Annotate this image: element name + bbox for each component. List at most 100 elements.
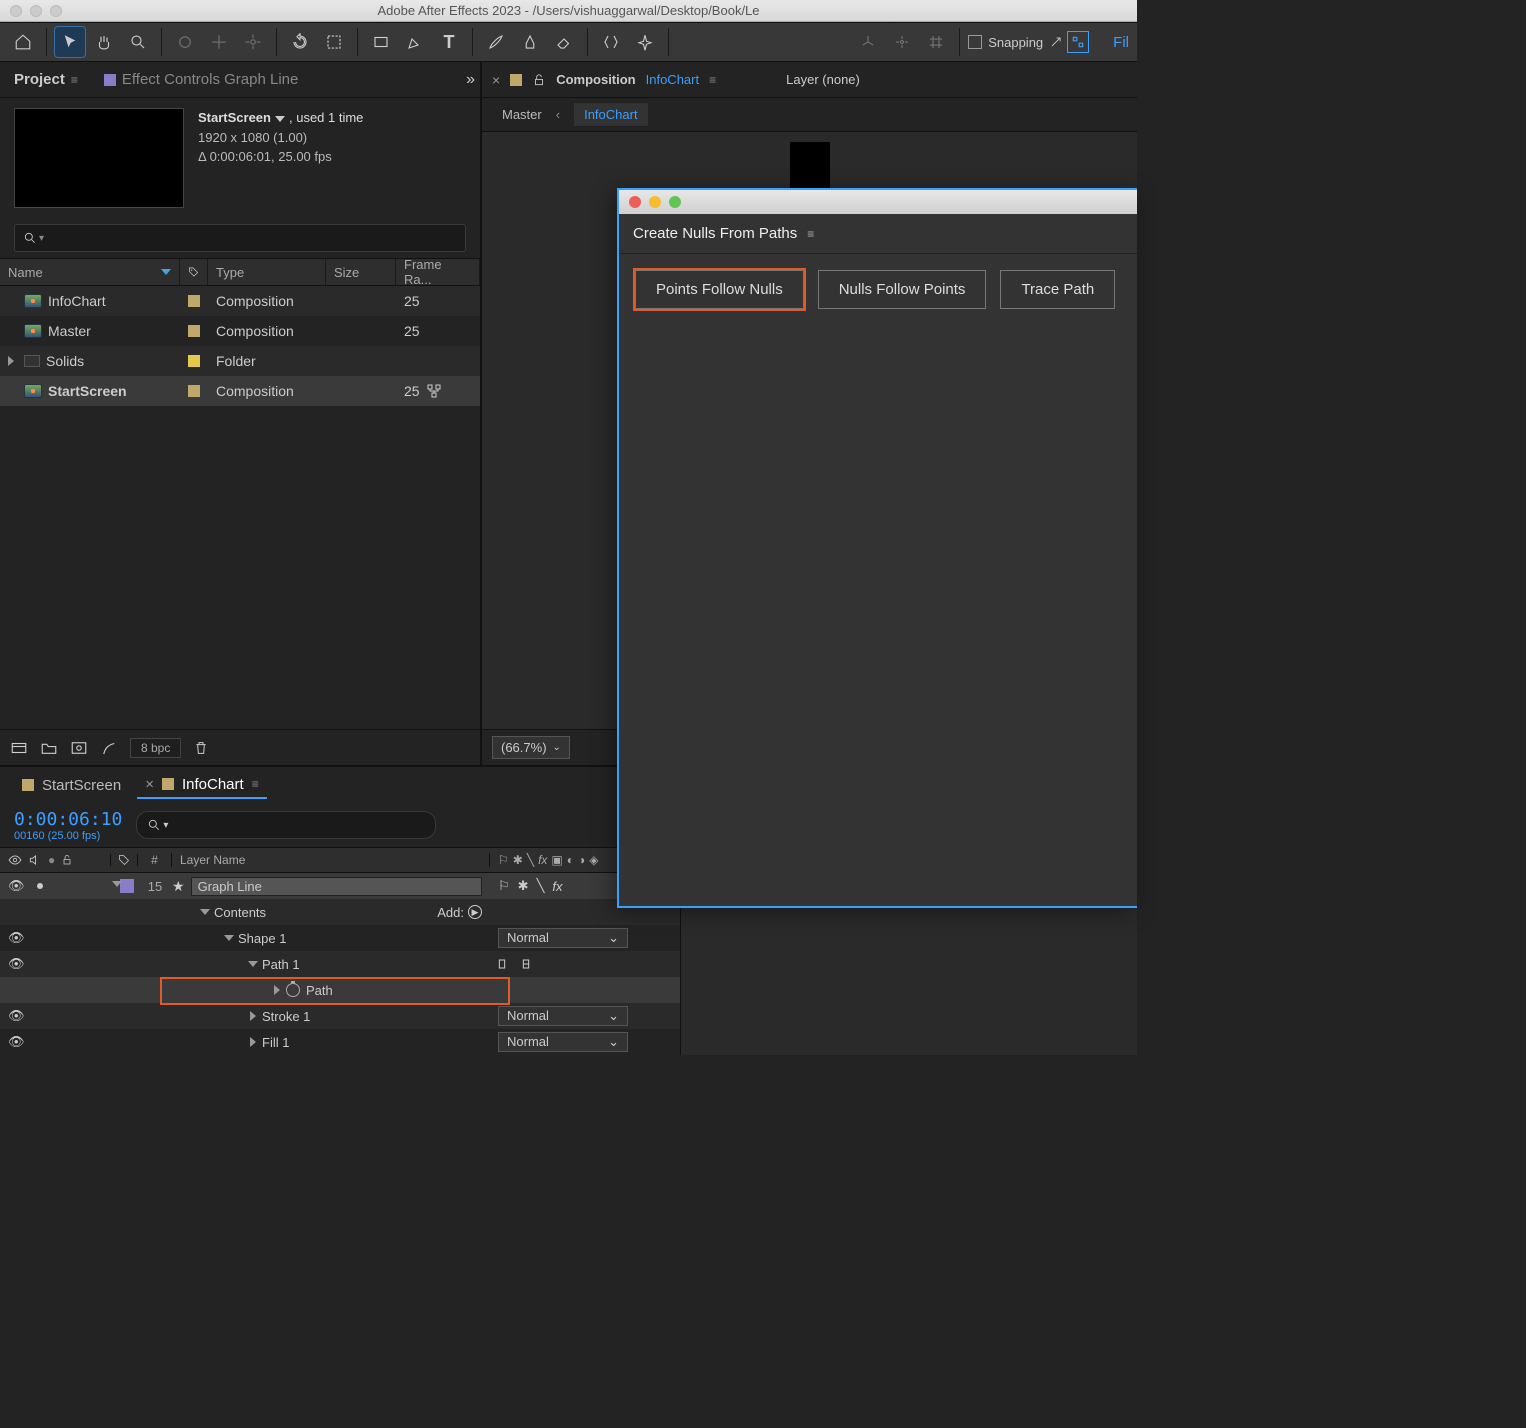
close-tab-icon[interactable]: × [492,72,500,88]
rectangle-tool-icon[interactable] [366,27,396,57]
label-color-icon[interactable] [188,385,200,397]
comp-thumbnail[interactable] [14,108,184,208]
twirl-icon[interactable] [274,985,280,995]
label-color-icon[interactable] [188,295,200,307]
rotate-tool-icon[interactable] [285,27,315,57]
puppet-tool-icon[interactable] [630,27,660,57]
composition-icon [24,294,42,308]
anchor-tool-icon[interactable] [238,27,268,57]
brush-tool-icon[interactable] [481,27,511,57]
pan-behind-tool-icon[interactable] [204,27,234,57]
layer-prop-stroke1[interactable]: 👁 Stroke 1 Normal⌄ [0,1003,680,1029]
text-tool-icon[interactable]: T [434,27,464,57]
breadcrumb-master[interactable]: Master [502,107,542,122]
twirl-icon[interactable] [250,1011,256,1021]
layer-name[interactable]: Graph Line [191,877,482,896]
layer-prop-shape1[interactable]: 👁 Shape 1 Normal⌄ [0,925,680,951]
nulls-follow-points-button[interactable]: Nulls Follow Points [818,270,987,309]
project-settings-icon[interactable] [100,739,118,757]
new-comp-icon[interactable] [70,739,88,757]
panel-menu-icon[interactable]: ≡ [807,227,814,241]
snap-to-point-icon[interactable] [1067,31,1089,53]
solo-dot-icon[interactable] [37,883,43,889]
eye-icon[interactable]: 👁 [8,1034,25,1050]
timeline-tab-startscreen[interactable]: StartScreen [14,773,129,798]
path-close-icon[interactable] [522,958,538,970]
label-color-icon[interactable] [188,355,200,367]
points-follow-nulls-button[interactable]: Points Follow Nulls [635,270,804,309]
zoom-dropdown[interactable]: (66.7%)⌄ [492,736,570,759]
dropdown-icon[interactable] [275,116,285,122]
eraser-tool-icon[interactable] [549,27,579,57]
twirl-icon[interactable] [250,1037,256,1047]
effect-controls-tab[interactable]: Effect Controls Graph Line [98,67,304,92]
workspace-link[interactable]: Fil [1113,34,1129,51]
twirl-icon[interactable] [200,909,210,915]
path-open-icon[interactable] [498,958,514,970]
panel-expand-icon[interactable]: » [466,71,472,89]
panel-titlebar[interactable] [619,190,1137,214]
eye-icon[interactable]: 👁 [8,878,25,894]
layer-color-icon[interactable] [120,879,134,893]
layer-twirl-icon[interactable] [112,881,122,887]
add-button-icon[interactable]: ▶ [468,905,482,919]
expand-icon[interactable] [8,356,14,366]
twirl-icon[interactable] [224,935,234,941]
selection-tool-icon[interactable] [55,27,85,57]
home-icon[interactable] [8,27,38,57]
3d-gizmo-icon[interactable] [887,27,917,57]
blend-mode-dropdown[interactable]: Normal⌄ [498,1006,628,1026]
layer-prop-path[interactable]: Path [0,977,680,1003]
blend-mode-dropdown[interactable]: Normal⌄ [498,1032,628,1052]
hand-tool-icon[interactable] [89,27,119,57]
timecode-display[interactable]: 0:00:06:10 [14,809,122,830]
trash-icon[interactable] [193,740,209,756]
traffic-light-minimize[interactable] [649,196,661,208]
lock-icon[interactable] [532,73,546,87]
traffic-light-zoom[interactable] [669,196,681,208]
pen-tool-icon[interactable] [400,27,430,57]
traffic-light-minimize[interactable] [30,5,42,17]
blend-mode-dropdown[interactable]: Normal⌄ [498,928,628,948]
layer-graph-line[interactable]: 👁 15 ★Graph Line ⚐✱╲fx [0,873,680,899]
orbit-tool-icon[interactable] [170,27,200,57]
snapping-checkbox-icon[interactable] [968,35,982,49]
eye-icon[interactable]: 👁 [8,956,25,972]
project-search-input[interactable]: ▾ [14,224,466,252]
trace-path-button[interactable]: Trace Path [1000,270,1115,309]
bit-depth-toggle[interactable]: 8 bpc [130,738,181,758]
zoom-tool-icon[interactable] [123,27,153,57]
label-color-icon[interactable] [188,325,200,337]
composition-name[interactable]: InfoChart [646,72,699,87]
mask-tool-icon[interactable] [319,27,349,57]
3d-axis-icon[interactable] [853,27,883,57]
layer-prop-contents[interactable]: ContentsAdd: ▶ [0,899,680,925]
traffic-light-close[interactable] [10,5,22,17]
eye-icon[interactable]: 👁 [8,930,25,946]
project-item-startscreen[interactable]: StartScreenComposition25 [0,376,480,406]
layer-prop-path1[interactable]: 👁 Path 1 [0,951,680,977]
project-item-infochart[interactable]: InfoChartComposition25 [0,286,480,316]
frame-display[interactable]: 00160 (25.00 fps) [14,830,122,842]
layer-prop-fill1[interactable]: 👁 Fill 1 Normal⌄ [0,1029,680,1055]
roto-tool-icon[interactable] [596,27,626,57]
timeline-search-input[interactable]: ▾ [136,811,436,839]
traffic-light-close[interactable] [629,196,641,208]
twirl-icon[interactable] [248,961,258,967]
project-item-solids[interactable]: SolidsFolder [0,346,480,376]
new-folder-icon[interactable] [40,739,58,757]
flowchart-icon[interactable] [426,383,442,399]
snapping-toggle[interactable]: Snapping [968,35,1063,50]
eye-icon[interactable]: 👁 [8,1008,25,1024]
interpret-footage-icon[interactable] [10,739,28,757]
clone-tool-icon[interactable] [515,27,545,57]
timeline-column-headers[interactable]: ● # Layer Name ⚐ ✱ ╲ fx ▣ ◐ ◑ ◈ [0,847,680,873]
project-column-headers[interactable]: Name Type Size Frame Ra... [0,258,480,286]
project-item-master[interactable]: MasterComposition25 [0,316,480,346]
timeline-tab-infochart[interactable]: ×InfoChart ≡ [137,772,266,799]
traffic-light-zoom[interactable] [50,5,62,17]
project-tab[interactable]: Project ≡ [8,67,84,92]
stopwatch-icon[interactable] [286,983,300,997]
3d-grid-icon[interactable] [921,27,951,57]
breadcrumb-infochart[interactable]: InfoChart [574,103,647,126]
